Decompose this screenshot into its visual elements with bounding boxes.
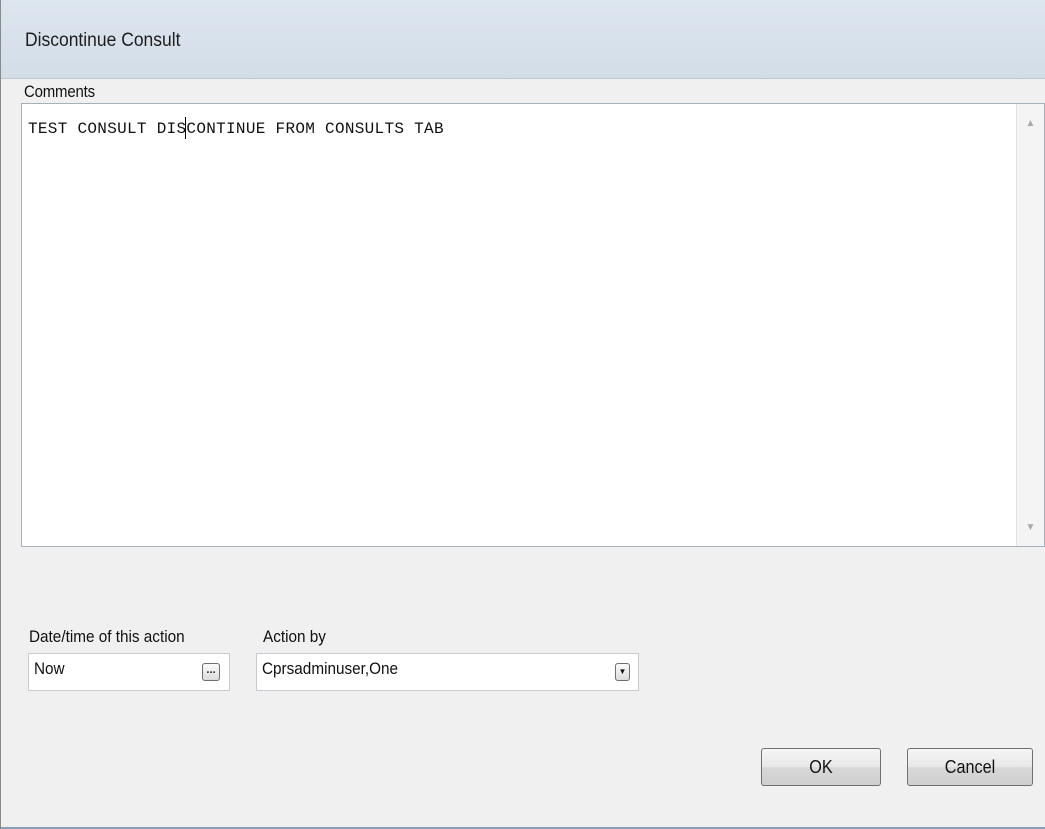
action-by-label: Action by	[263, 627, 326, 646]
comments-text: TEST CONSULT DISCONTINUE FROM CONSULTS T…	[28, 120, 444, 138]
discontinue-consult-dialog: Discontinue Consult Comments TEST CONSUL…	[0, 0, 1045, 829]
action-by-combo[interactable]: Cprsadminuser,One ▼	[256, 653, 639, 691]
dialog-title: Discontinue Consult	[25, 30, 181, 51]
scroll-up-arrow-icon[interactable]: ▲	[1017, 112, 1044, 136]
ellipsis-icon[interactable]: ...	[202, 663, 220, 681]
comments-textarea[interactable]: TEST CONSULT DISCONTINUE FROM CONSULTS T…	[21, 103, 1045, 547]
title-bar: Discontinue Consult	[1, 0, 1045, 79]
ok-button-label: OK	[809, 757, 833, 777]
scroll-down-arrow-icon[interactable]: ▼	[1017, 516, 1044, 540]
cancel-button[interactable]: Cancel	[907, 748, 1033, 786]
action-by-value: Cprsadminuser,One	[262, 659, 399, 678]
datetime-label: Date/time of this action	[29, 627, 185, 646]
comments-label: Comments	[24, 82, 95, 101]
chevron-down-icon[interactable]: ▼	[615, 663, 630, 681]
comments-scrollbar[interactable]: ▲ ▼	[1016, 104, 1044, 546]
datetime-value: Now	[34, 659, 65, 678]
datetime-field[interactable]: Now ...	[28, 653, 230, 691]
cancel-button-label: Cancel	[944, 757, 996, 777]
text-caret	[185, 117, 186, 139]
ok-button[interactable]: OK	[761, 748, 881, 786]
